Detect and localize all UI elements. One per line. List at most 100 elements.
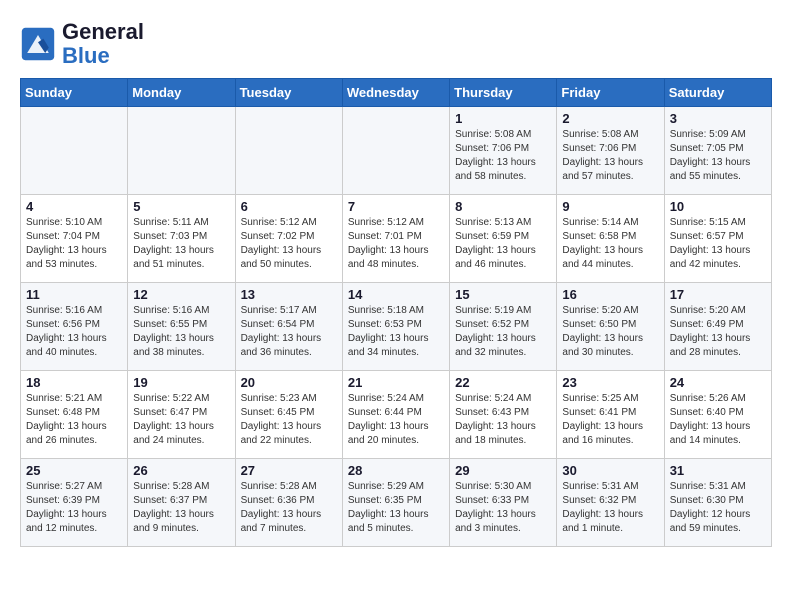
calendar-cell: 13 Sunrise: 5:17 AM Sunset: 6:54 PM Dayli… [235,283,342,371]
day-info: Sunrise: 5:20 AM Sunset: 6:50 PM Dayligh… [562,304,658,360]
day-info: Sunrise: 5:23 AM Sunset: 6:45 PM Dayligh… [241,392,337,448]
calendar-header: SundayMondayTuesdayWednesdayThursdayFrid… [21,79,772,107]
day-info: Sunrise: 5:20 AM Sunset: 6:49 PM Dayligh… [670,304,766,360]
calendar-week-1: 1 Sunrise: 5:08 AM Sunset: 7:06 PM Daylig… [21,107,772,195]
day-number: 2 [562,111,658,126]
day-number: 21 [348,375,444,390]
day-number: 15 [455,287,551,302]
calendar-week-2: 4 Sunrise: 5:10 AM Sunset: 7:04 PM Daylig… [21,195,772,283]
calendar-cell: 26 Sunrise: 5:28 AM Sunset: 6:37 PM Dayli… [128,459,235,547]
calendar-cell: 6Sunrise: 5:12 AM Sunset: 7:02 PM Daylig… [235,195,342,283]
weekday-header-monday: Monday [128,79,235,107]
calendar-cell: 15 Sunrise: 5:19 AM Sunset: 6:52 PM Dayli… [450,283,557,371]
day-number: 6 [241,199,337,214]
day-number: 16 [562,287,658,302]
day-number: 1 [455,111,551,126]
day-info: Sunrise: 5:17 AM Sunset: 6:54 PM Dayligh… [241,304,337,360]
logo-icon [20,26,56,62]
day-info: Sunrise: 5:09 AM Sunset: 7:05 PM Dayligh… [670,128,766,184]
day-number: 30 [562,463,658,478]
day-number: 23 [562,375,658,390]
day-info: Sunrise: 5:10 AM Sunset: 7:04 PM Dayligh… [26,216,122,272]
calendar-body: 1 Sunrise: 5:08 AM Sunset: 7:06 PM Daylig… [21,107,772,547]
day-number: 9 [562,199,658,214]
logo-text: General Blue [62,20,144,68]
day-info: Sunrise: 5:28 AM Sunset: 6:36 PM Dayligh… [241,480,337,536]
weekday-header-sunday: Sunday [21,79,128,107]
calendar-cell: 29 Sunrise: 5:30 AM Sunset: 6:33 PM Dayli… [450,459,557,547]
day-number: 26 [133,463,229,478]
calendar-cell: 27 Sunrise: 5:28 AM Sunset: 6:36 PM Dayli… [235,459,342,547]
day-number: 24 [670,375,766,390]
day-info: Sunrise: 5:24 AM Sunset: 6:44 PM Dayligh… [348,392,444,448]
day-info: Sunrise: 5:29 AM Sunset: 6:35 PM Dayligh… [348,480,444,536]
day-info: Sunrise: 5:31 AM Sunset: 6:32 PM Dayligh… [562,480,658,536]
day-number: 7 [348,199,444,214]
logo: General Blue [20,20,144,68]
page-header: General Blue [20,20,772,68]
calendar-cell: 7 Sunrise: 5:12 AM Sunset: 7:01 PM Daylig… [342,195,449,283]
day-number: 29 [455,463,551,478]
day-number: 20 [241,375,337,390]
day-number: 22 [455,375,551,390]
calendar-cell: 20 Sunrise: 5:23 AM Sunset: 6:45 PM Dayli… [235,371,342,459]
day-number: 18 [26,375,122,390]
calendar-week-3: 11 Sunrise: 5:16 AM Sunset: 6:56 PM Dayli… [21,283,772,371]
day-number: 4 [26,199,122,214]
calendar-cell [21,107,128,195]
calendar-cell: 8 Sunrise: 5:13 AM Sunset: 6:59 PM Daylig… [450,195,557,283]
day-info: Sunrise: 5:18 AM Sunset: 6:53 PM Dayligh… [348,304,444,360]
calendar-cell [342,107,449,195]
calendar-cell: 3 Sunrise: 5:09 AM Sunset: 7:05 PM Daylig… [664,107,771,195]
day-info: Sunrise: 5:16 AM Sunset: 6:56 PM Dayligh… [26,304,122,360]
calendar-cell: 2 Sunrise: 5:08 AM Sunset: 7:06 PM Daylig… [557,107,664,195]
day-info: Sunrise: 5:14 AM Sunset: 6:58 PM Dayligh… [562,216,658,272]
weekday-header-wednesday: Wednesday [342,79,449,107]
calendar-cell: 23Sunrise: 5:25 AM Sunset: 6:41 PM Dayli… [557,371,664,459]
day-info: Sunrise: 5:16 AM Sunset: 6:55 PM Dayligh… [133,304,229,360]
day-info: Sunrise: 5:30 AM Sunset: 6:33 PM Dayligh… [455,480,551,536]
calendar-cell: 21 Sunrise: 5:24 AM Sunset: 6:44 PM Dayli… [342,371,449,459]
day-number: 17 [670,287,766,302]
calendar-cell: 16 Sunrise: 5:20 AM Sunset: 6:50 PM Dayli… [557,283,664,371]
day-number: 27 [241,463,337,478]
weekday-header-tuesday: Tuesday [235,79,342,107]
day-info: Sunrise: 5:11 AM Sunset: 7:03 PM Dayligh… [133,216,229,272]
calendar-cell: 10Sunrise: 5:15 AM Sunset: 6:57 PM Dayli… [664,195,771,283]
day-number: 3 [670,111,766,126]
day-info: Sunrise: 5:26 AM Sunset: 6:40 PM Dayligh… [670,392,766,448]
day-number: 11 [26,287,122,302]
day-info: Sunrise: 5:28 AM Sunset: 6:37 PM Dayligh… [133,480,229,536]
day-info: Sunrise: 5:12 AM Sunset: 7:01 PM Dayligh… [348,216,444,272]
day-number: 10 [670,199,766,214]
day-number: 28 [348,463,444,478]
day-info: Sunrise: 5:19 AM Sunset: 6:52 PM Dayligh… [455,304,551,360]
day-number: 14 [348,287,444,302]
calendar-cell [235,107,342,195]
calendar-cell [128,107,235,195]
day-number: 25 [26,463,122,478]
day-number: 13 [241,287,337,302]
day-number: 5 [133,199,229,214]
day-number: 31 [670,463,766,478]
calendar-cell: 17 Sunrise: 5:20 AM Sunset: 6:49 PM Dayli… [664,283,771,371]
weekday-header-friday: Friday [557,79,664,107]
day-info: Sunrise: 5:24 AM Sunset: 6:43 PM Dayligh… [455,392,551,448]
day-info: Sunrise: 5:27 AM Sunset: 6:39 PM Dayligh… [26,480,122,536]
calendar-cell: 19Sunrise: 5:22 AM Sunset: 6:47 PM Dayli… [128,371,235,459]
calendar-cell: 14 Sunrise: 5:18 AM Sunset: 6:53 PM Dayli… [342,283,449,371]
calendar-week-5: 25 Sunrise: 5:27 AM Sunset: 6:39 PM Dayli… [21,459,772,547]
calendar-cell: 12 Sunrise: 5:16 AM Sunset: 6:55 PM Dayli… [128,283,235,371]
day-number: 12 [133,287,229,302]
day-number: 8 [455,199,551,214]
calendar-cell: 30 Sunrise: 5:31 AM Sunset: 6:32 PM Dayli… [557,459,664,547]
calendar-cell: 25 Sunrise: 5:27 AM Sunset: 6:39 PM Dayli… [21,459,128,547]
calendar-cell: 31Sunrise: 5:31 AM Sunset: 6:30 PM Dayli… [664,459,771,547]
calendar-table: SundayMondayTuesdayWednesdayThursdayFrid… [20,78,772,547]
day-info: Sunrise: 5:08 AM Sunset: 7:06 PM Dayligh… [562,128,658,184]
day-info: Sunrise: 5:13 AM Sunset: 6:59 PM Dayligh… [455,216,551,272]
day-info: Sunrise: 5:22 AM Sunset: 6:47 PM Dayligh… [133,392,229,448]
weekday-header-thursday: Thursday [450,79,557,107]
calendar-cell: 28 Sunrise: 5:29 AM Sunset: 6:35 PM Dayli… [342,459,449,547]
calendar-cell: 11 Sunrise: 5:16 AM Sunset: 6:56 PM Dayli… [21,283,128,371]
